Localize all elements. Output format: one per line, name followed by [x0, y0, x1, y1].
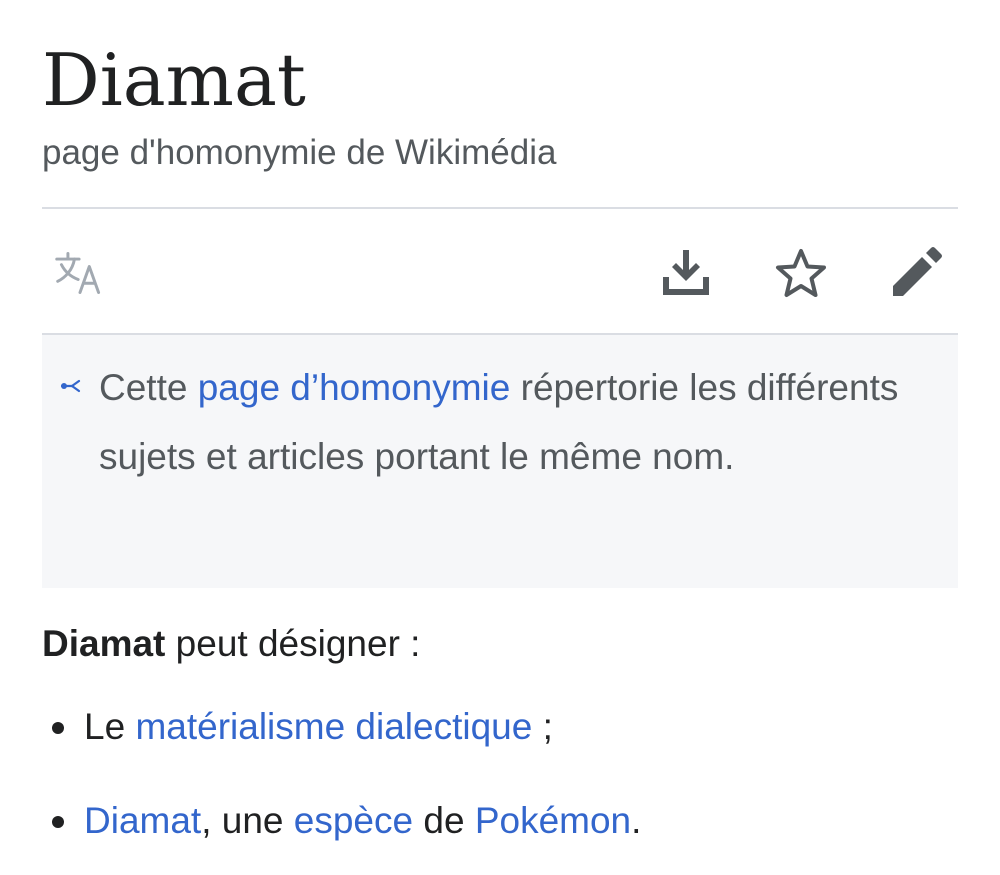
intro-rest: peut désigner :	[165, 623, 421, 664]
pokemon-link[interactable]: Pokémon	[475, 800, 631, 841]
download-icon[interactable]	[660, 247, 712, 299]
item-text: , une	[201, 800, 294, 841]
intro-paragraph: Diamat peut désigner :	[42, 617, 420, 671]
hatnote-text-before: Cette	[99, 367, 198, 408]
materialisme-dialectique-link[interactable]: matérialisme dialectique	[135, 706, 532, 747]
bullet	[52, 816, 64, 828]
hatnote-text: Cette page d’homonymie répertorie les di…	[99, 353, 939, 491]
item-text-after: .	[631, 800, 642, 841]
list-item: Le matérialisme dialectique ;	[42, 700, 958, 754]
translate-icon[interactable]	[54, 247, 106, 299]
page-description: page d'homonymie de Wikimédia	[42, 133, 557, 172]
bullet	[52, 722, 64, 734]
list-item: Diamat, une espèce de Pokémon.	[42, 794, 958, 848]
item-text-after: ;	[532, 706, 553, 747]
disambiguation-hatnote: Cette page d’homonymie répertorie les di…	[42, 335, 958, 588]
espece-link[interactable]: espèce	[294, 800, 413, 841]
disambiguation-icon	[60, 379, 81, 393]
page-title: Diamat	[42, 38, 306, 122]
intro-bold: Diamat	[42, 623, 166, 664]
star-icon[interactable]	[775, 247, 827, 299]
disambiguation-list: Le matérialisme dialectique ; Diamat, un…	[42, 700, 958, 848]
disambiguation-link[interactable]: page d’homonymie	[198, 367, 511, 408]
diamat-pokemon-link[interactable]: Diamat	[84, 800, 201, 841]
pencil-icon[interactable]	[890, 247, 942, 299]
item-text-before: Le	[84, 706, 136, 747]
item-text: de	[413, 800, 475, 841]
page-actions-toolbar	[42, 209, 958, 333]
